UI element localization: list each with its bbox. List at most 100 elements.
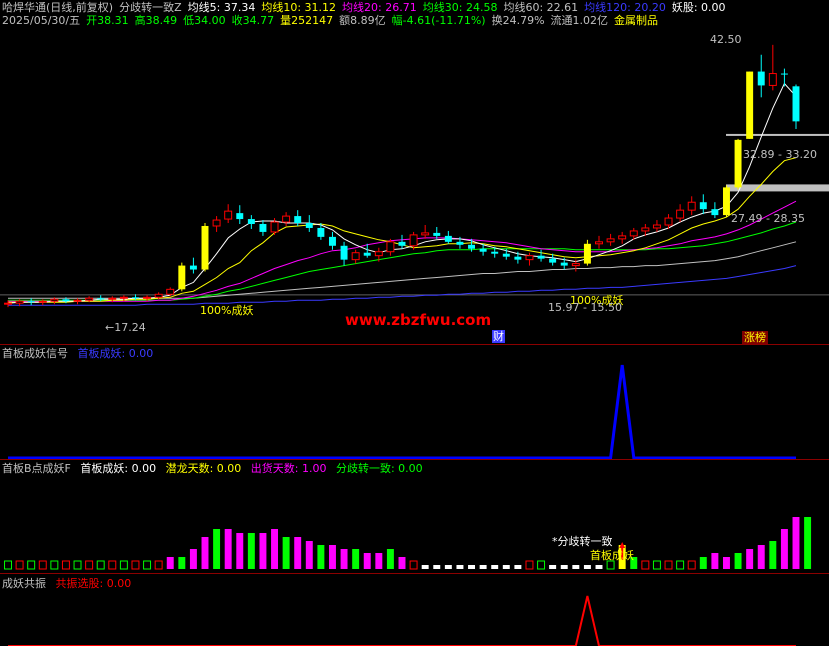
- candle-body: [571, 263, 580, 267]
- panel3-header: 首板B点成妖F 首板成妖: 0.00 潜龙天数: 0.00 出货天数: 1.00…: [2, 462, 423, 475]
- cheng-yao-label-1: 100%成妖: [200, 304, 254, 317]
- hist-bar: [386, 549, 394, 569]
- candle-body: [38, 300, 47, 303]
- hist-bar: [259, 533, 267, 569]
- candle-body: [664, 217, 673, 226]
- hist-bar: [560, 565, 568, 569]
- panel4-title: 成妖共振: [2, 577, 46, 590]
- signal-line: [8, 364, 796, 460]
- hist-bar: [792, 517, 800, 569]
- candle-body: [119, 296, 128, 299]
- hist-bar: [119, 560, 128, 570]
- hist-bar: [572, 565, 580, 569]
- candle-body: [595, 241, 603, 245]
- hist-bar: [757, 545, 765, 569]
- hist-bar: [664, 560, 673, 570]
- hist-bar: [201, 537, 209, 569]
- ma5-line: [7, 82, 797, 304]
- candle-body: [386, 241, 395, 253]
- cai-badge[interactable]: 财: [492, 330, 505, 343]
- candle-body: [351, 252, 360, 261]
- candle-body: [768, 73, 777, 86]
- candle-body: [641, 227, 650, 232]
- panel2-value: 首板成妖: 0.00: [77, 347, 154, 360]
- candle-body: [212, 219, 221, 227]
- hist-bar: [73, 560, 82, 570]
- candle-body: [27, 301, 35, 303]
- candle-body: [549, 258, 557, 263]
- hist-bar: [96, 560, 105, 570]
- hist-bar: [409, 560, 418, 570]
- hist-bar: [502, 565, 510, 569]
- resonance-line: [8, 595, 796, 646]
- candle-body: [491, 251, 499, 254]
- candle-body: [50, 298, 59, 302]
- hist-bar: [595, 565, 603, 569]
- hist-bar: [38, 560, 47, 570]
- candle-body: [363, 252, 371, 256]
- candle-body: [722, 187, 730, 216]
- candle-body: [421, 232, 430, 236]
- hist-bar: [652, 560, 661, 570]
- separator-main: [0, 344, 829, 345]
- hist-bar: [468, 565, 476, 569]
- hist-bar: [780, 529, 788, 569]
- hist-bar: [734, 553, 742, 569]
- candle-body: [652, 224, 661, 229]
- candle-body: [479, 248, 487, 252]
- resonance-panel: [8, 595, 796, 646]
- candle-body: [792, 86, 800, 122]
- candle-body: [525, 255, 534, 261]
- candle-body: [4, 302, 12, 305]
- hist-bar: [189, 549, 197, 569]
- candle-body: [409, 234, 418, 247]
- candle-body: [757, 71, 765, 86]
- hist-bar: [305, 541, 313, 569]
- candle-body: [131, 297, 139, 299]
- candle-body: [317, 227, 325, 237]
- candle-body: [328, 236, 336, 246]
- zhangbang-badge[interactable]: 涨榜: [742, 331, 768, 344]
- hist-bar: [699, 557, 707, 569]
- hist-bar: [804, 517, 812, 569]
- low-label: ←17.24: [105, 321, 146, 334]
- panel3-value-1: 首板成妖: 0.00: [80, 462, 157, 475]
- range-label-2: 27.49 - 28.35: [731, 212, 805, 225]
- candle-body: [374, 251, 383, 257]
- hist-bar: [537, 560, 546, 570]
- candle-body: [687, 201, 696, 211]
- candle-body: [224, 210, 233, 220]
- candle-body: [201, 225, 209, 270]
- hist-bar: [363, 553, 371, 569]
- candle-body: [676, 209, 685, 219]
- hist-annotation-2: 首板成妖: [590, 549, 634, 562]
- hist-bar: [108, 560, 117, 570]
- hist-bar: [722, 557, 730, 569]
- candle-body: [734, 139, 742, 188]
- panel3-value-4: 分歧转一致: 0.00: [335, 462, 423, 475]
- hist-bar: [641, 560, 650, 570]
- candle-body: [62, 299, 70, 302]
- hist-bar: [456, 565, 464, 569]
- candle-body: [456, 241, 464, 245]
- hist-bar: [154, 560, 163, 570]
- hist-bar: [549, 565, 557, 569]
- candle-body: [537, 255, 545, 259]
- hist-bar: [769, 541, 777, 569]
- hist-bar: [317, 545, 325, 569]
- hist-bar: [583, 565, 591, 569]
- candle-body: [259, 224, 267, 232]
- ma30-line: [8, 221, 797, 301]
- candle-body: [270, 221, 279, 233]
- candle-body: [189, 265, 197, 270]
- candle-body: [444, 235, 452, 242]
- panel4-value: 共振选股: 0.00: [55, 577, 132, 590]
- candle-body: [629, 230, 638, 237]
- hist-bar: [606, 560, 615, 570]
- panel4-header: 成妖共振 共振选股: 0.00: [2, 577, 131, 590]
- candle-body: [178, 265, 186, 290]
- hist-bar: [85, 560, 94, 570]
- hist-bar: [27, 560, 36, 570]
- hist-bar: [178, 557, 186, 569]
- hist-annotation-1: *分歧转一致: [552, 535, 613, 548]
